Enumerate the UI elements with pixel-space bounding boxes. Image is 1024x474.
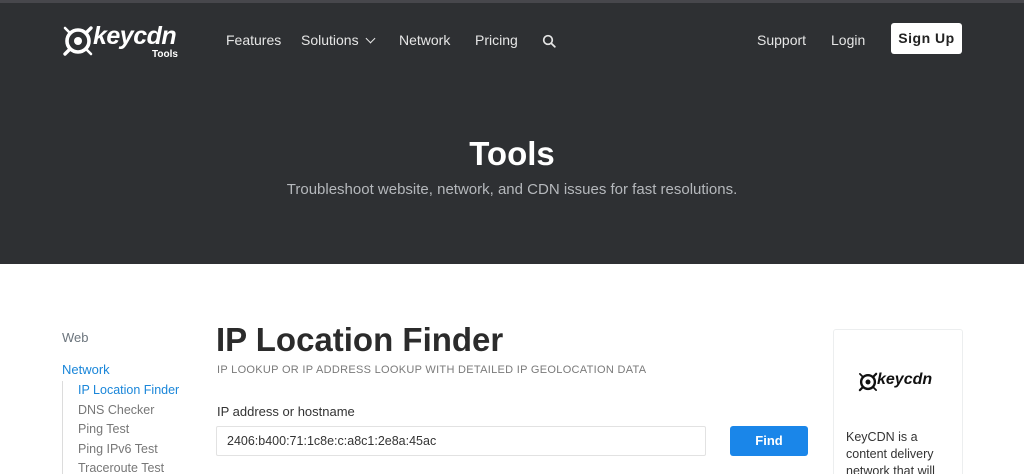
keycdn-key-icon — [858, 372, 878, 392]
nav-support[interactable]: Support — [757, 32, 806, 48]
nav-network[interactable]: Network — [399, 32, 450, 48]
sidebar-item-ip-location-finder[interactable]: IP Location Finder — [78, 381, 179, 401]
hero-subtitle: Troubleshoot website, network, and CDN i… — [286, 181, 738, 198]
sponsor-text: KeyCDN is a content delivery network tha… — [846, 430, 935, 474]
brand-sub: Tools — [152, 49, 178, 60]
sidebar-item-ping-ipv6-test[interactable]: Ping IPv6 Test — [78, 440, 179, 460]
page-title: IP Location Finder — [216, 321, 504, 358]
find-button[interactable]: Find — [730, 426, 808, 456]
site-header: keycdn Tools Features Solutions Network … — [0, 3, 1024, 264]
sidebar-item-ping-test[interactable]: Ping Test — [78, 420, 179, 440]
sponsor-box[interactable]: keycdn KeyCDN is a content delivery netw… — [833, 329, 963, 474]
sponsor-brand-name: keycdn — [877, 371, 933, 388]
nav-login[interactable]: Login — [831, 32, 865, 48]
search-icon[interactable] — [542, 34, 556, 48]
nav-solutions-label: Solutions — [301, 32, 359, 48]
sidebar-item-traceroute-test[interactable]: Traceroute Test — [78, 459, 179, 474]
nav-solutions[interactable]: Solutions — [301, 32, 376, 48]
hero-title: Tools — [469, 135, 555, 172]
chevron-down-icon — [365, 33, 376, 44]
nav-pricing[interactable]: Pricing — [475, 32, 518, 48]
ip-address-input[interactable] — [216, 426, 706, 456]
signup-button[interactable]: Sign Up — [891, 23, 962, 54]
keycdn-key-icon — [63, 26, 93, 56]
sidebar-network-list: IP Location Finder DNS Checker Ping Test… — [62, 381, 179, 474]
ip-field-label: IP address or hostname — [217, 404, 355, 419]
keycdn-logo[interactable]: keycdn Tools — [62, 21, 182, 63]
nav-features[interactable]: Features — [226, 32, 281, 48]
sidebar-category-network[interactable]: Network — [62, 362, 110, 377]
sidebar-category-web[interactable]: Web — [62, 330, 89, 345]
brand-name: keycdn — [93, 22, 177, 50]
sponsor-logo: keycdn — [858, 370, 948, 396]
page-subtitle: IP LOOKUP OR IP ADDRESS LOOKUP WITH DETA… — [217, 364, 647, 376]
sidebar-item-dns-checker[interactable]: DNS Checker — [78, 401, 179, 421]
